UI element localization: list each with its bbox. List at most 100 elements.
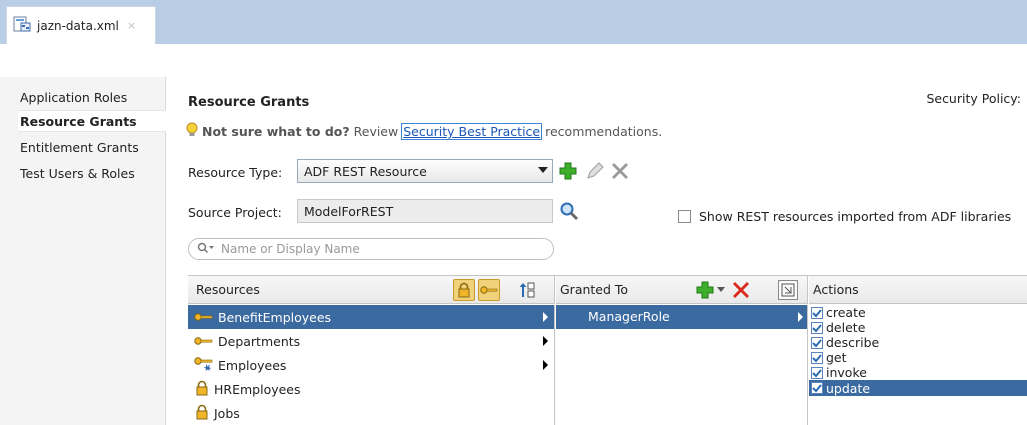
delete-resource-type-button[interactable] (609, 160, 631, 182)
hint-bar: Not sure what to do? Review Security Bes… (186, 122, 662, 141)
sidebar-item-test-users-roles[interactable]: Test Users & Roles (20, 163, 135, 185)
resource-name: Departments (218, 333, 301, 349)
add-grantee-dropdown[interactable] (715, 279, 727, 301)
lock-icon (194, 380, 210, 399)
checkbox[interactable] (811, 321, 823, 334)
resource-name: BenefitEmployees (218, 309, 332, 325)
action-label: invoke (826, 365, 867, 380)
show-rest-resources-label: Show REST resources imported from ADF li… (699, 209, 1012, 224)
action-item[interactable]: describe (809, 335, 1027, 350)
plus-icon (559, 162, 577, 180)
actions-header-label: Actions (813, 282, 859, 297)
list-item[interactable]: BenefitEmployees (188, 305, 554, 329)
key-filter-button[interactable] (478, 279, 500, 301)
checkbox[interactable] (811, 351, 823, 364)
actions-column-header: Actions (809, 276, 1027, 304)
check-icon (812, 353, 822, 362)
pencil-icon (587, 162, 604, 179)
action-item[interactable]: invoke (809, 365, 1027, 380)
hint-tail: recommendations. (545, 124, 663, 139)
check-icon (812, 384, 822, 393)
sort-button[interactable] (516, 279, 538, 301)
action-label: get (826, 350, 847, 365)
checkbox[interactable] (811, 306, 823, 319)
plus-icon (696, 281, 714, 299)
edit-resource-type-button[interactable] (584, 160, 606, 182)
show-rest-resources-checkbox[interactable]: Show REST resources imported from ADF li… (678, 209, 1011, 224)
granted-to-column-header: Granted To (556, 276, 808, 304)
check-icon (812, 323, 822, 332)
resource-type-value: ADF REST Resource (304, 163, 427, 179)
resource-grants-panel: Resource Grants Security Policy: Not sur… (176, 77, 1027, 425)
list-item[interactable]: ManagerRole (556, 305, 807, 329)
sidebar: Application Roles Resource Grants Entitl… (0, 77, 166, 425)
action-item[interactable]: create (809, 305, 1027, 320)
security-best-practice-link[interactable]: Security Best Practice (401, 123, 543, 140)
key-icon (480, 286, 498, 294)
grantee-name: ManagerRole (588, 309, 670, 324)
lock-icon (458, 282, 470, 298)
check-icon (812, 368, 822, 377)
xml-file-icon (13, 16, 31, 35)
chevron-right-icon (543, 336, 548, 346)
actions-list: create delete describe get invoke update (809, 305, 1027, 425)
hint-text: Review (353, 124, 399, 139)
search-icon[interactable] (559, 201, 579, 224)
tab-title: jazn-data.xml (37, 18, 119, 33)
action-label: describe (826, 335, 880, 350)
search-dropdown-icon[interactable] (197, 242, 215, 257)
chevron-right-icon (798, 312, 803, 322)
chevron-right-icon (543, 360, 548, 370)
key-star-icon (194, 356, 214, 374)
checkbox[interactable] (811, 366, 823, 379)
resource-type-select[interactable]: ADF REST Resource (297, 159, 553, 183)
close-icon[interactable]: × (127, 19, 136, 32)
action-item[interactable]: get (809, 350, 1027, 365)
security-policy-label: Security Policy: (926, 91, 1021, 106)
tab-jazn-data[interactable]: jazn-data.xml × (6, 6, 156, 44)
chevron-down-icon (717, 287, 725, 292)
grant-options-button[interactable] (778, 280, 798, 300)
action-item[interactable]: update (809, 380, 1027, 396)
sort-icon (519, 282, 535, 298)
page-title: Resource Grants (188, 95, 310, 110)
resource-name: HREmployees (214, 381, 301, 397)
checkbox[interactable] (811, 382, 823, 394)
action-item[interactable]: delete (809, 320, 1027, 335)
action-label: delete (826, 320, 866, 335)
delete-icon (733, 282, 749, 298)
checkbox[interactable] (811, 336, 823, 349)
resource-name: Employees (218, 357, 287, 373)
add-grantee-button[interactable] (694, 279, 716, 301)
search-input[interactable]: Name or Display Name (188, 238, 554, 260)
sidebar-item-application-roles[interactable]: Application Roles (20, 87, 127, 109)
list-item[interactable]: Employees (188, 353, 554, 377)
source-project-value: ModelForREST (304, 203, 394, 219)
search-placeholder: Name or Display Name (221, 242, 360, 256)
delete-icon (612, 163, 628, 179)
action-label: update (826, 380, 871, 396)
resource-name: Jobs (214, 405, 240, 421)
sidebar-item-resource-grants[interactable]: Resource Grants (18, 110, 166, 132)
source-project-field: ModelForREST (297, 199, 553, 223)
list-item[interactable]: Departments (188, 329, 554, 353)
checkbox-box[interactable] (678, 210, 691, 223)
grants-grid: Resources Granted To Actions BenefitEmpl… (188, 275, 1027, 425)
key-icon (194, 334, 214, 349)
resource-type-label: Resource Type: (188, 165, 283, 180)
sidebar-item-entitlement-grants[interactable]: Entitlement Grants (20, 137, 139, 159)
key-icon (194, 310, 214, 325)
add-resource-type-button[interactable] (557, 160, 579, 182)
lock-filter-button[interactable] (453, 279, 475, 301)
list-item[interactable]: HREmployees (188, 377, 554, 401)
check-icon (812, 338, 822, 347)
expand-icon (781, 283, 795, 297)
list-item[interactable]: Jobs (188, 401, 554, 425)
resources-list: BenefitEmployees Departments Employees H… (188, 305, 555, 425)
remove-grantee-button[interactable] (730, 279, 752, 301)
lightbulb-icon (186, 122, 198, 141)
editor-tab-strip: jazn-data.xml × (0, 0, 1027, 44)
hint-question: Not sure what to do? (202, 124, 350, 139)
lock-icon (194, 404, 210, 423)
chevron-right-icon (543, 312, 548, 322)
